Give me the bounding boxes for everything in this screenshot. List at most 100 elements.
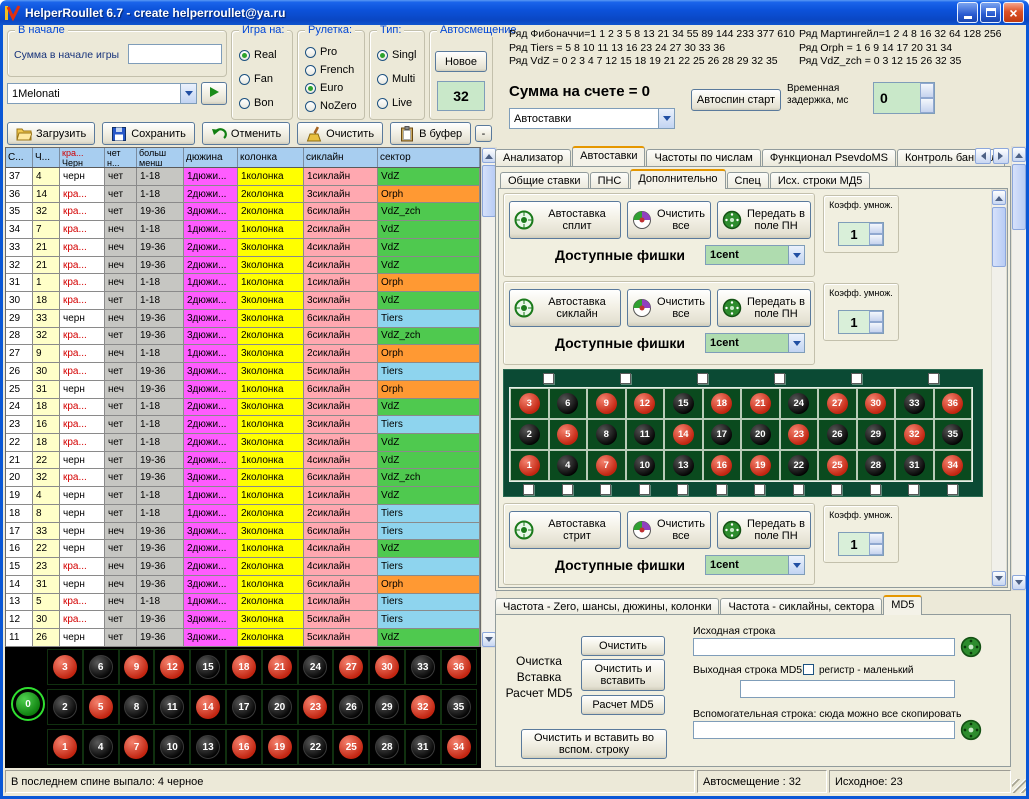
radio-euro[interactable]: Euro [305, 82, 361, 94]
transfer-street-button[interactable]: Передать в поле ПН [717, 511, 811, 549]
transfer-sixline-button[interactable]: Передать в поле ПН [717, 289, 811, 327]
radio-live[interactable]: Live [377, 97, 421, 109]
bet-checkbox-bottom[interactable] [677, 484, 688, 495]
scroll-down-button[interactable] [992, 571, 1006, 586]
new-autoshift-button[interactable]: Новое [435, 51, 487, 72]
subtab-дополнительно[interactable]: Дополнительно [630, 169, 725, 189]
aux-string-input[interactable] [693, 721, 955, 739]
tab-автоставки[interactable]: Автоставки [572, 146, 645, 166]
resize-grip[interactable] [1012, 779, 1026, 793]
scroll-up-button[interactable] [992, 190, 1006, 205]
autospin-start-button[interactable]: Автоспин старт [691, 89, 781, 111]
maximize-button[interactable] [980, 2, 1001, 23]
scroll-thumb[interactable] [992, 207, 1006, 267]
scroll-up-button[interactable] [482, 148, 496, 163]
start-sum-input[interactable] [128, 44, 222, 64]
transfer-split-button[interactable]: Передать в поле ПН [717, 201, 811, 239]
bet-number-cell[interactable]: 20 [741, 419, 780, 450]
radio-nozero[interactable]: NoZero [305, 100, 361, 112]
chevron-down-icon[interactable] [180, 84, 196, 103]
scroll-down-button[interactable] [482, 632, 496, 647]
tab-частоты-по-числам[interactable]: Частоты по числам [646, 149, 760, 167]
scroll-up-button[interactable] [1012, 147, 1026, 162]
bet-number-cell[interactable]: 13 [664, 450, 703, 481]
bet-checkbox-bottom[interactable] [639, 484, 650, 495]
radio-multi[interactable]: Multi [377, 73, 421, 85]
bet-number-cell[interactable]: 10 [626, 450, 665, 481]
bet-checkbox-bottom[interactable] [870, 484, 881, 495]
bet-number-cell[interactable]: 22 [780, 450, 819, 481]
source-string-input[interactable] [693, 638, 955, 656]
bet-number-cell[interactable]: 31 [895, 450, 934, 481]
bet-number-cell[interactable]: 11 [626, 419, 665, 450]
bet-number-cell[interactable]: 33 [895, 388, 934, 419]
bet-number-cell[interactable]: 29 [857, 419, 896, 450]
bet-number-cell[interactable]: 28 [857, 450, 896, 481]
bet-number-cell[interactable]: 18 [703, 388, 742, 419]
output-string-input[interactable] [740, 680, 955, 698]
bet-number-cell[interactable]: 15 [664, 388, 703, 419]
bet-number-cell[interactable]: 9 [587, 388, 626, 419]
bet-number-cell[interactable]: 26 [818, 419, 857, 450]
bet-checkbox-bottom[interactable] [600, 484, 611, 495]
spinner-buttons[interactable] [869, 311, 883, 333]
spinner-buttons[interactable] [869, 223, 883, 245]
bet-number-cell[interactable]: 3 [510, 388, 549, 419]
tab-анализатор[interactable]: Анализатор [495, 149, 571, 167]
radio-fan[interactable]: Fan [239, 73, 289, 85]
bet-number-cell[interactable]: 23 [780, 419, 819, 450]
spin-down-icon[interactable] [920, 98, 934, 113]
bet-checkbox-top[interactable] [697, 373, 708, 384]
tab-scroll-right-button[interactable] [993, 148, 1009, 164]
bet-checkbox-bottom[interactable] [793, 484, 804, 495]
radio-singl[interactable]: Singl [377, 49, 421, 61]
scroll-down-button[interactable] [1012, 575, 1026, 590]
bet-number-cell[interactable]: 5 [549, 419, 588, 450]
bet-checkbox-top[interactable] [620, 373, 631, 384]
toolbar-button-в-буфер[interactable]: В буфер [390, 122, 471, 145]
scroll-thumb[interactable] [482, 165, 496, 217]
play-button[interactable] [201, 82, 227, 105]
collapse-button[interactable]: - [475, 125, 492, 142]
bet-checkbox-bottom[interactable] [523, 484, 534, 495]
tab-scroll-left-button[interactable] [975, 148, 991, 164]
bet-checkbox-bottom[interactable] [562, 484, 573, 495]
bet-checkbox-top[interactable] [851, 373, 862, 384]
autobets-combo[interactable]: Автоставки [509, 108, 675, 129]
bet-number-cell[interactable]: 14 [664, 419, 703, 450]
coef-spinner[interactable]: 1 [838, 222, 884, 246]
panel-inner-scrollbar[interactable] [991, 189, 1007, 587]
bet-number-cell[interactable]: 35 [934, 419, 973, 450]
chevron-down-icon[interactable] [658, 109, 674, 128]
autobet-sixline-button[interactable]: Автоставка сиклайн [509, 289, 621, 327]
bet-number-cell[interactable]: 27 [818, 388, 857, 419]
chevron-down-icon[interactable] [788, 246, 804, 264]
chevron-down-icon[interactable] [788, 334, 804, 352]
bet-checkbox-top[interactable] [543, 373, 554, 384]
delay-spinner[interactable]: 0 [873, 82, 935, 114]
bet-checkbox-bottom[interactable] [754, 484, 765, 495]
title-bar[interactable]: HelperRoullet 6.7 - create helperroullet… [0, 0, 1029, 25]
chips-combo-split[interactable]: 1cent [705, 245, 805, 265]
bet-number-cell[interactable]: 30 [857, 388, 896, 419]
coef-spinner[interactable]: 1 [838, 532, 884, 556]
autobet-split-button[interactable]: Автоставка сплит [509, 201, 621, 239]
bet-number-cell[interactable]: 19 [741, 450, 780, 481]
radio-bon[interactable]: Bon [239, 97, 289, 109]
toolbar-button-отменить[interactable]: Отменить [202, 122, 290, 145]
radio-french[interactable]: French [305, 64, 361, 76]
md5-clear-paste-button[interactable]: Очистить и вставить [581, 659, 665, 691]
clear-paste-aux-button[interactable]: Очистить и вставить во вспом. строку [521, 729, 667, 759]
toolbar-button-сохранить[interactable]: Сохранить [102, 122, 195, 145]
md5-aux-wheel-button[interactable] [960, 719, 982, 741]
bet-number-cell[interactable]: 4 [549, 450, 588, 481]
tab-md5[interactable]: MD5 [883, 595, 922, 615]
right-panel-scrollbar[interactable] [1011, 146, 1026, 591]
bet-number-cell[interactable]: 6 [549, 388, 588, 419]
bet-checkbox-top[interactable] [928, 373, 939, 384]
bet-number-cell[interactable]: 7 [587, 450, 626, 481]
radio-pro[interactable]: Pro [305, 46, 361, 58]
bet-checkbox-bottom[interactable] [908, 484, 919, 495]
toolbar-button-очистить[interactable]: Очистить [297, 122, 383, 145]
bet-number-cell[interactable]: 16 [703, 450, 742, 481]
